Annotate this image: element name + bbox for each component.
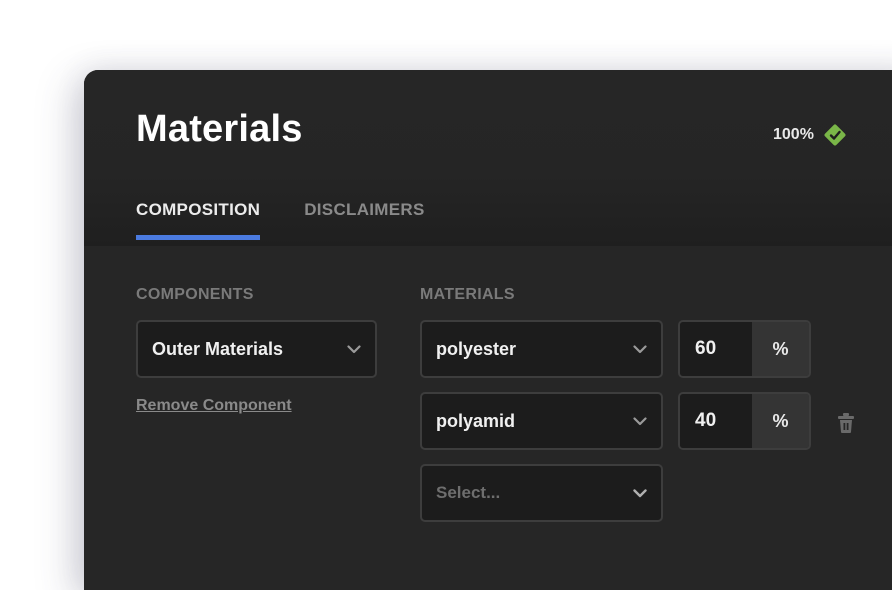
page-title: Materials xyxy=(136,108,303,150)
material-select-2[interactable]: polyamid xyxy=(420,392,663,450)
percent-field-2: 40 % xyxy=(678,392,811,450)
percent-field-1: 60 % xyxy=(678,320,811,378)
tab-bar: COMPOSITION DISCLAIMERS xyxy=(136,200,425,240)
remove-component-link[interactable]: Remove Component xyxy=(136,397,292,415)
materials-panel: Materials 100% COMPOSITION DISCLAIMERS C… xyxy=(84,70,892,590)
percent-input[interactable]: 60 xyxy=(680,322,752,376)
completion-percent: 100% xyxy=(773,126,814,143)
trash-icon[interactable] xyxy=(836,412,856,434)
materials-label: MATERIALS xyxy=(420,286,515,303)
chevron-down-icon xyxy=(347,344,361,353)
material-select-placeholder: Select... xyxy=(436,483,501,502)
tab-composition[interactable]: COMPOSITION xyxy=(136,200,261,240)
component-select[interactable]: Outer Materials xyxy=(136,320,377,378)
chevron-down-icon xyxy=(633,416,647,425)
percent-unit: % xyxy=(752,394,809,448)
percent-input[interactable]: 40 xyxy=(680,394,752,448)
panel-header: Materials 100% COMPOSITION DISCLAIMERS xyxy=(84,70,892,246)
chevron-down-icon xyxy=(633,488,647,497)
material-select-value: polyester xyxy=(436,338,517,359)
components-label: COMPONENTS xyxy=(136,286,254,303)
material-select-value: polyamid xyxy=(436,410,516,431)
new-material-select[interactable]: Select... xyxy=(420,464,663,522)
material-select-1[interactable]: polyester xyxy=(420,320,663,378)
chevron-down-icon xyxy=(633,344,647,353)
check-diamond-icon xyxy=(824,124,846,146)
percent-unit: % xyxy=(752,322,809,376)
tab-disclaimers[interactable]: DISCLAIMERS xyxy=(304,200,424,240)
component-select-value: Outer Materials xyxy=(152,338,284,359)
completion-status: 100% xyxy=(773,122,848,148)
